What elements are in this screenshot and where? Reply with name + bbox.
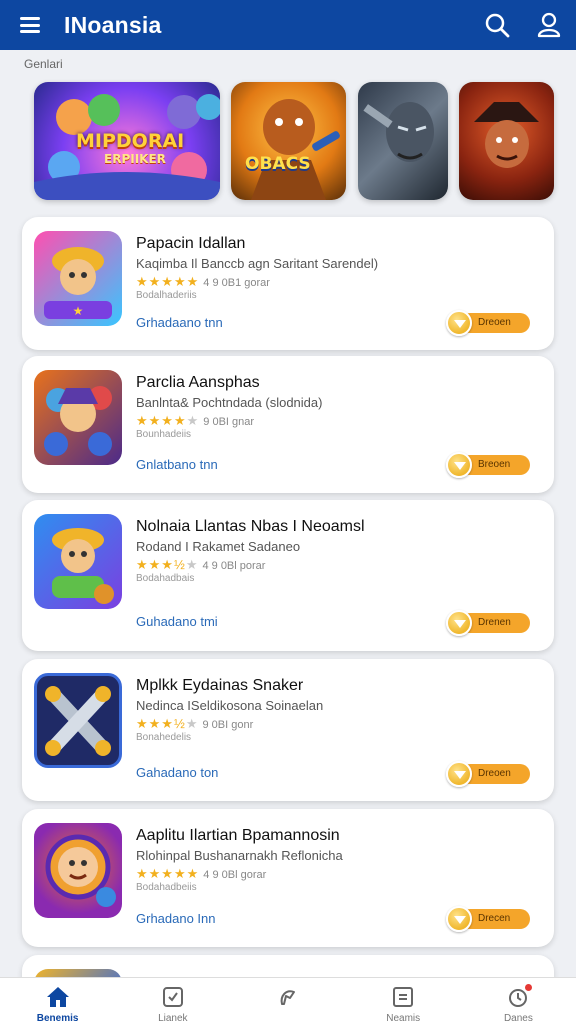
coin-icon (446, 906, 472, 932)
pen-tool-icon (276, 986, 300, 1008)
star-rating-icon: ★★★★★ (136, 274, 200, 289)
app-meta: Bodahadbeiis (136, 882, 197, 893)
banner-artwork (474, 102, 539, 168)
app-card[interactable]: Parclia Aansphas Banlnta& Pochtndada (sl… (22, 356, 554, 493)
nav-item-checklist[interactable]: Lianek (115, 978, 230, 1024)
get-button[interactable]: Breoen (446, 452, 530, 478)
nav-item-home[interactable]: Benemis (0, 978, 115, 1024)
rating-count: 9 0BI gnar (203, 416, 255, 428)
banner-2-title: OBACS (245, 154, 311, 174)
rating: ★★★★★ 4 9 0B1 gorar (136, 274, 270, 290)
star-rating-icon: ★★★½★ (136, 716, 199, 731)
app-icon (34, 823, 122, 918)
coin-icon (446, 452, 472, 478)
star-rating-icon: ★★★★★ (136, 866, 200, 881)
app-name: Parclia Aansphas (136, 374, 260, 391)
bottom-navigation: Benemis Lianek Neamis Danes (0, 977, 576, 1024)
featured-section-label: Genlari (24, 57, 63, 71)
app-icon (34, 370, 122, 465)
rating-count: 4 9 0Bl gorar (203, 869, 267, 881)
app-details-link[interactable]: Grhadaano tnn (136, 315, 223, 330)
checkbox-icon (161, 986, 185, 1008)
clock-icon (506, 984, 533, 1008)
featured-banner-3[interactable] (358, 82, 448, 200)
nav-item-create[interactable] (230, 978, 345, 1024)
app-description: Banlnta& Pochtndada (slodnida) (136, 395, 323, 410)
app-meta: Bodahadbais (136, 573, 195, 584)
rating: ★★★★★ 9 0BI gnar (136, 413, 254, 429)
app-card[interactable]: Nolnaia Llantas Nbas I Neoamsl Rodand I … (22, 500, 554, 651)
app-details-link[interactable]: Gahadano ton (136, 765, 218, 780)
app-icon: ★ (34, 231, 122, 326)
app-card[interactable]: Mplkk Eydainas Snaker Nedinca ISeldikoso… (22, 659, 554, 801)
rating-count: 4 9 0Bl porar (202, 560, 266, 572)
coin-icon (446, 610, 472, 636)
app-name: Nolnaia Llantas Nbas I Neoamsl (136, 518, 365, 535)
star-rating-icon: ★★★★★ (136, 413, 200, 428)
app-description: Kaqimba Il Banccb agn Saritant Sarendel) (136, 256, 379, 271)
rating: ★★★½★ 4 9 0Bl porar (136, 557, 265, 573)
app-bar: INoansia (0, 0, 576, 50)
app-description: Nedinca ISeldikosona Soinaelan (136, 698, 324, 713)
nav-label: Danes (503, 1013, 533, 1024)
app-meta: Bonahedelis (136, 732, 192, 743)
notification-badge (525, 984, 533, 991)
nav-label: Benemis (36, 1013, 79, 1024)
get-button[interactable]: Dreoen (446, 761, 530, 787)
rating: ★★★½★ 9 0BI gonr (136, 716, 253, 732)
coin-icon (446, 761, 472, 787)
app-card[interactable]: Aaplitu Ilartian Bpamannosin Rlohinpal B… (22, 809, 554, 947)
rating: ★★★★★ 4 9 0Bl gorar (136, 866, 266, 882)
nav-label: Lianek (158, 1013, 188, 1024)
get-button[interactable]: Drenen (446, 610, 530, 636)
app-meta: Bodalhaderiis (136, 290, 197, 301)
hamburger-menu-icon[interactable] (20, 17, 40, 33)
nav-item-news[interactable]: Neamis (346, 978, 461, 1024)
get-button[interactable]: Dreoen (446, 310, 530, 336)
rating-count: 4 9 0B1 gorar (203, 277, 270, 289)
app-meta: Bounhadeiis (136, 429, 192, 440)
featured-banner-1[interactable]: MIPDORAI ERPIIKER (34, 82, 220, 200)
featured-banner-4[interactable] (459, 82, 554, 200)
banner-artwork (363, 102, 434, 162)
app-description: Rodand I Rakamet Sadaneo (136, 539, 301, 554)
banner-artwork (251, 99, 340, 200)
app-card[interactable]: ★ Papacin Idallan Kaqimba Il Banccb agn … (22, 217, 554, 350)
featured-banner-2[interactable]: OBACS (231, 82, 346, 200)
app-name: Mplkk Eydainas Snaker (136, 677, 304, 694)
nav-item-history[interactable]: Danes (461, 978, 576, 1024)
search-icon[interactable] (482, 10, 512, 40)
app-icon (34, 673, 122, 768)
user-icon[interactable] (534, 10, 564, 40)
app-icon (34, 514, 122, 609)
coin-icon (446, 310, 472, 336)
svg-text:★: ★ (73, 304, 84, 318)
banner-1-subtitle: ERPIIKER (104, 152, 166, 166)
get-button[interactable]: Drecen (446, 906, 530, 932)
app-name: Aaplitu Ilartian Bpamannosin (136, 827, 340, 844)
app-description: Rlohinpal Bushanarnakh Reflonicha (136, 848, 343, 863)
nav-label: Neamis (386, 1013, 421, 1024)
banner-1-title: MIPDORAI (76, 130, 185, 152)
home-icon (46, 986, 70, 1008)
app-name: Papacin Idallan (136, 235, 246, 252)
list-box-icon (391, 986, 415, 1008)
app-details-link[interactable]: Gnlatbano tnn (136, 457, 218, 472)
app-details-link[interactable]: Grhadano Inn (136, 911, 216, 926)
app-title: INoansia (64, 11, 162, 38)
star-rating-icon: ★★★½★ (136, 557, 199, 572)
app-details-link[interactable]: Guhadano tmi (136, 614, 218, 629)
rating-count: 9 0BI gonr (202, 719, 254, 731)
